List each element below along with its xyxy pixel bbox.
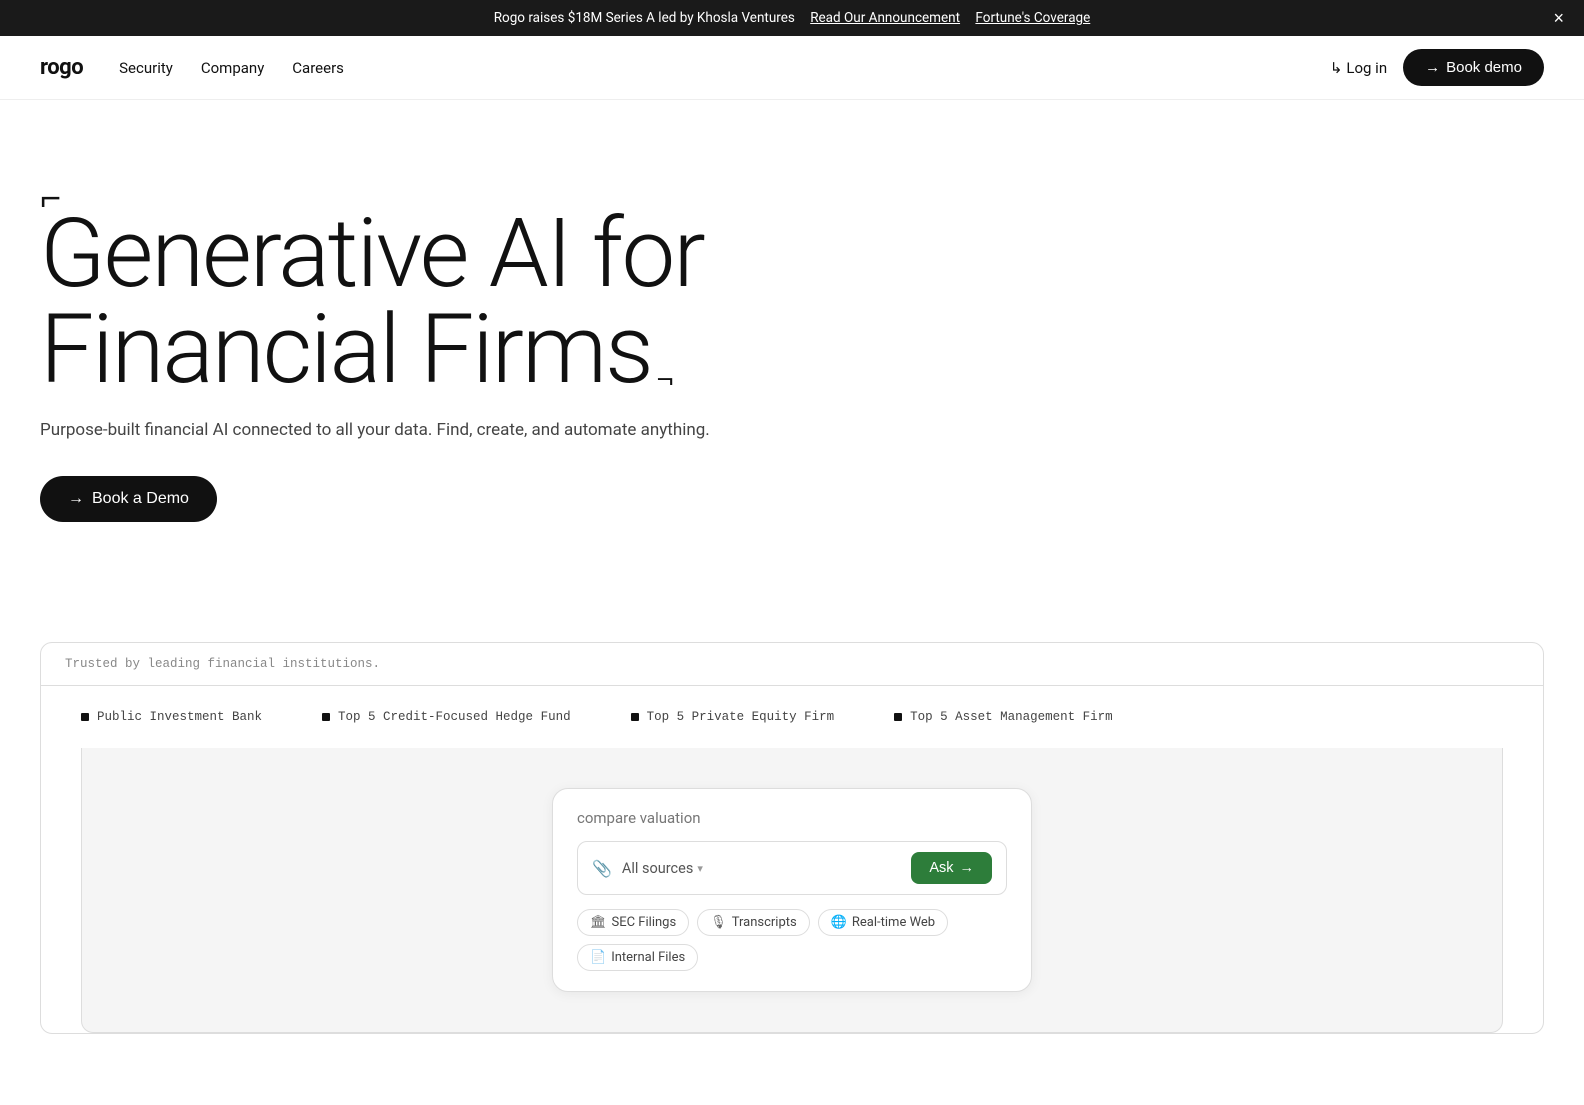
trusted-name-0: Public Investment Bank [97, 710, 262, 724]
trusted-item-1: Top 5 Credit-Focused Hedge Fund [322, 710, 571, 724]
trusted-name-3: Top 5 Asset Management Firm [910, 710, 1113, 724]
source-tags: 🏛 SEC Filings 🎙 Transcripts 🌐 Real-time … [577, 909, 1007, 971]
chevron-down-icon: ▾ [697, 862, 703, 875]
nav-link-careers[interactable]: Careers [292, 59, 344, 77]
trusted-logos: Public Investment Bank Top 5 Credit-Focu… [41, 686, 1543, 748]
source-tag-transcripts-label: Transcripts [732, 915, 797, 930]
close-button[interactable]: × [1553, 9, 1564, 27]
source-tag-realtime-web-label: Real-time Web [852, 915, 935, 930]
trusted-item-0: Public Investment Bank [81, 710, 262, 724]
demo-section: compare valuation 📎 All sources ▾ Ask → … [81, 748, 1503, 1033]
ask-arrow-icon: → [960, 860, 975, 876]
trusted-section: Trusted by leading financial institution… [40, 642, 1544, 1034]
hero-cta-button[interactable]: → Book a Demo [40, 476, 217, 522]
hero-cta-arrow-icon: → [68, 490, 84, 508]
book-demo-label: Book demo [1446, 59, 1522, 76]
nav-link-company[interactable]: Company [201, 59, 264, 77]
trusted-name-1: Top 5 Credit-Focused Hedge Fund [338, 710, 571, 724]
paperclip-icon: 📎 [592, 859, 612, 878]
announcement-link1[interactable]: Read Our Announcement [810, 10, 960, 26]
hero-title: Generative AI for Financial Firms ¬ [40, 206, 860, 398]
search-card: compare valuation 📎 All sources ▾ Ask → … [552, 788, 1032, 992]
trusted-item-3: Top 5 Asset Management Firm [894, 710, 1113, 724]
navbar: rogo Security Company Careers ↳ Log in →… [0, 36, 1584, 100]
hero-cta-label: Book a Demo [92, 490, 189, 508]
nav-link-security[interactable]: Security [119, 59, 173, 77]
sec-filings-icon: 🏛 [590, 915, 607, 930]
sources-label: All sources [622, 860, 693, 877]
source-tag-sec-filings-label: SEC Filings [612, 915, 677, 930]
announcement-text: Rogo raises $18M Series A led by Khosla … [494, 10, 795, 26]
realtime-web-icon: 🌐 [831, 915, 847, 930]
logo[interactable]: rogo [40, 55, 83, 80]
nav-left: rogo Security Company Careers [40, 55, 344, 80]
trusted-dot-2 [631, 713, 639, 721]
nav-links: Security Company Careers [119, 58, 344, 77]
source-tag-internal-files[interactable]: 📄 Internal Files [577, 944, 698, 971]
login-label: Log in [1346, 59, 1387, 77]
trusted-label: Trusted by leading financial institution… [41, 643, 1543, 686]
login-arrow-icon: ↳ [1330, 59, 1343, 77]
trusted-name-2: Top 5 Private Equity Firm [647, 710, 835, 724]
internal-files-icon: 📄 [590, 950, 606, 965]
source-tag-internal-files-label: Internal Files [611, 950, 685, 965]
nav-item-security[interactable]: Security [119, 58, 173, 77]
ask-button[interactable]: Ask → [911, 852, 992, 884]
bracket-bottom-icon: ¬ [656, 362, 674, 398]
trusted-dot-3 [894, 713, 902, 721]
search-input-row[interactable]: 📎 All sources ▾ Ask → [577, 841, 1007, 895]
source-tag-sec-filings[interactable]: 🏛 SEC Filings [577, 909, 689, 936]
hero-subtitle: Purpose-built financial AI connected to … [40, 420, 860, 440]
ask-label: Ask [929, 860, 953, 876]
search-query-text: compare valuation [577, 809, 1007, 827]
hero-section: ⌐ Generative AI for Financial Firms ¬ Pu… [0, 100, 900, 582]
source-tag-realtime-web[interactable]: 🌐 Real-time Web [818, 909, 948, 936]
nav-item-careers[interactable]: Careers [292, 58, 344, 77]
nav-right: ↳ Log in → Book demo [1330, 49, 1544, 86]
trusted-item-2: Top 5 Private Equity Firm [631, 710, 835, 724]
trusted-dot-1 [322, 713, 330, 721]
sources-dropdown[interactable]: All sources ▾ [622, 860, 901, 877]
book-demo-arrow-icon: → [1425, 59, 1440, 76]
announcement-link2[interactable]: Fortune's Coverage [975, 10, 1090, 26]
announcement-bar: Rogo raises $18M Series A led by Khosla … [0, 0, 1584, 36]
book-demo-button[interactable]: → Book demo [1403, 49, 1544, 86]
source-tag-transcripts[interactable]: 🎙 Transcripts [697, 909, 810, 936]
trusted-dot-0 [81, 713, 89, 721]
hero-title-line2: Financial Firms [40, 302, 652, 398]
transcripts-icon: 🎙 [710, 915, 727, 930]
login-link[interactable]: ↳ Log in [1330, 59, 1387, 77]
nav-item-company[interactable]: Company [201, 58, 264, 77]
